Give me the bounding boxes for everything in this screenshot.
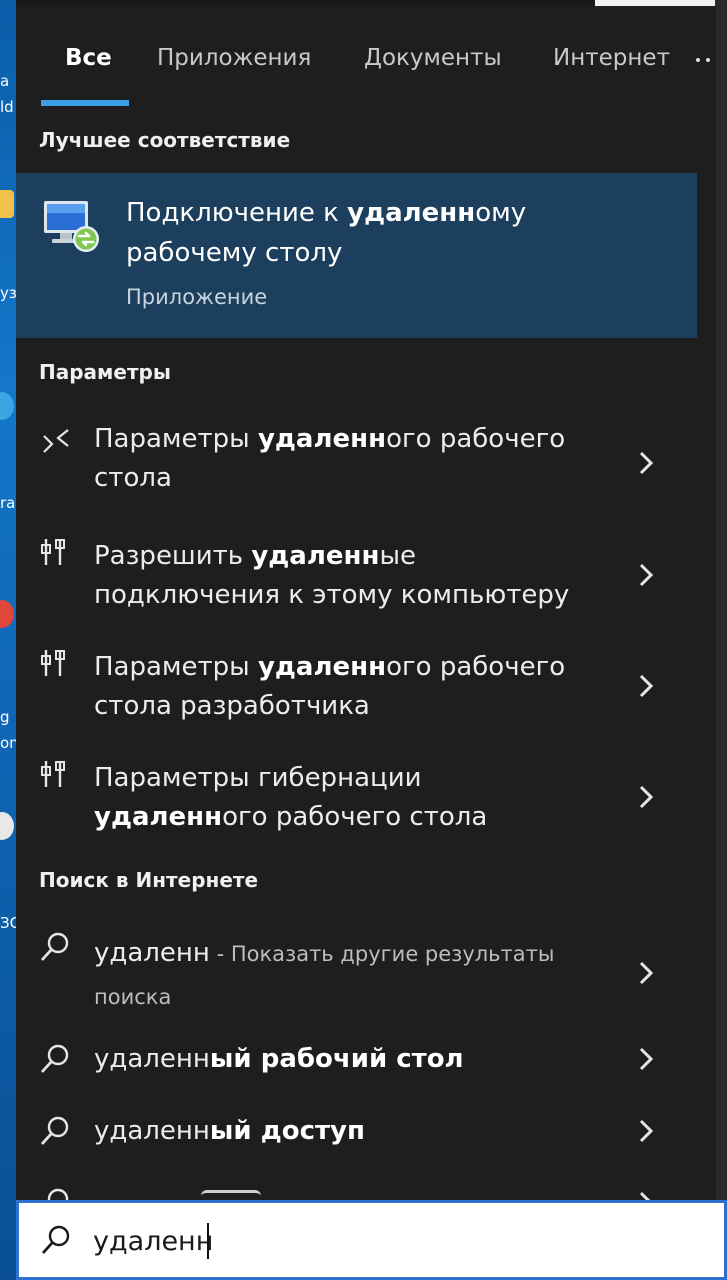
result-text: удаленн - Показать другие результаты поис… bbox=[94, 932, 604, 1018]
section-title-web: Поиск в Интернете bbox=[39, 868, 259, 892]
chevron-right-icon[interactable] bbox=[636, 1116, 656, 1146]
search-icon bbox=[40, 932, 69, 961]
chevron-right-icon[interactable] bbox=[636, 958, 656, 988]
text-line2: стола bbox=[94, 463, 172, 493]
search-icon bbox=[47, 1188, 69, 1200]
settings-result-allow-connections[interactable]: Разрешить удаленные подключения к этому к… bbox=[16, 527, 697, 627]
settings-sliders-icon bbox=[41, 539, 65, 565]
text-part: Параметры гибернации bbox=[94, 763, 422, 793]
desktop-label-fragment: уз bbox=[0, 284, 16, 302]
web-result-remote-access[interactable]: удаленный доступ bbox=[16, 1104, 697, 1164]
section-title-best-match: Лучшее соответствие bbox=[39, 128, 291, 152]
best-title-highlight: удаленн bbox=[347, 198, 476, 228]
text-caret bbox=[207, 1223, 209, 1259]
text-line2: подключения к этому компьютеру bbox=[94, 580, 570, 610]
best-match-type: Приложение bbox=[126, 285, 268, 309]
best-match-title: Подключение к удаленному рабочему столу bbox=[126, 193, 646, 273]
search-icon bbox=[41, 1225, 70, 1254]
best-match-result[interactable]: Подключение к удаленному рабочему столу П… bbox=[16, 173, 697, 338]
active-tab-indicator bbox=[41, 100, 129, 106]
search-tabs: Все Приложения Документы Интернет bbox=[16, 6, 716, 106]
text-part: Параметры bbox=[94, 652, 258, 682]
text-highlight: ый рабочий стол bbox=[209, 1044, 464, 1074]
settings-sliders-icon bbox=[41, 761, 65, 787]
tab-web[interactable]: Интернет bbox=[553, 42, 670, 74]
text-part: Параметры bbox=[94, 424, 258, 454]
text-part: удаленн bbox=[94, 1116, 210, 1146]
text-part: Разрешить bbox=[94, 541, 252, 571]
best-title-part: ому bbox=[475, 198, 527, 228]
text-highlight: удаленн bbox=[251, 541, 380, 571]
desktop-label-fragment: g bbox=[0, 708, 10, 726]
text-highlight: удаленн bbox=[257, 424, 387, 454]
desktop-label-fragment: ЗС bbox=[0, 914, 16, 932]
chevron-right-icon[interactable] bbox=[636, 448, 656, 478]
settings-result-remote-desktop[interactable]: Параметры удаленного рабочего стола bbox=[16, 416, 697, 516]
search-box[interactable]: удаленн bbox=[16, 1200, 727, 1280]
text-highlight: удаленн bbox=[257, 652, 387, 682]
desktop-label-fragment: ld bbox=[0, 98, 14, 116]
text-line2: стола разработчика bbox=[94, 691, 370, 721]
search-panel: Все Приложения Документы Интернет Лучшее… bbox=[16, 6, 716, 1200]
desktop-background: а ld уз ra g on ЗС bbox=[0, 0, 16, 1280]
desktop-folder-icon[interactable] bbox=[0, 190, 14, 218]
result-text: Параметры гибернации удаленного рабочего … bbox=[94, 759, 604, 837]
chevron-right-icon[interactable] bbox=[636, 782, 656, 812]
search-icon bbox=[40, 1116, 69, 1145]
text-part: ого рабочего bbox=[386, 652, 566, 682]
chevron-right-icon[interactable] bbox=[636, 671, 656, 701]
desktop-label-fragment: ra bbox=[0, 494, 16, 512]
tab-documents[interactable]: Документы bbox=[364, 42, 502, 74]
search-icon bbox=[40, 1044, 69, 1073]
background-window-edge bbox=[715, 0, 727, 1200]
section-title-settings: Параметры bbox=[39, 360, 171, 384]
web-result-remote-desktop[interactable]: удаленный рабочий стол bbox=[16, 1032, 697, 1092]
settings-result-developer[interactable]: Параметры удаленного рабочего стола разра… bbox=[16, 638, 697, 738]
text-suffix: - Показать другие результаты bbox=[209, 942, 555, 966]
desktop-app-icon[interactable] bbox=[0, 812, 14, 840]
text-highlight: ый доступ bbox=[209, 1116, 365, 1146]
desktop-label-fragment: on bbox=[0, 734, 16, 752]
result-text: Разрешить удаленные подключения к этому к… bbox=[94, 537, 604, 615]
desktop-chrome-icon[interactable] bbox=[0, 600, 14, 628]
web-result-partial[interactable] bbox=[16, 1182, 697, 1200]
partial-text bbox=[201, 1190, 261, 1200]
text-part: удаленн bbox=[94, 938, 210, 968]
more-options-button[interactable] bbox=[694, 42, 716, 78]
text-part: удаленн bbox=[94, 1044, 210, 1074]
chevron-right-icon[interactable] bbox=[636, 1188, 656, 1200]
result-text: Параметры удаленного рабочего стола разра… bbox=[94, 648, 604, 726]
best-title-line2: рабочему столу bbox=[126, 238, 343, 268]
chevron-right-icon[interactable] bbox=[636, 560, 656, 590]
text-part: ого рабочего bbox=[386, 424, 566, 454]
result-text: удаленный рабочий стол bbox=[94, 1040, 604, 1079]
best-title-part: Подключение к bbox=[126, 198, 348, 228]
text-part: ые bbox=[379, 541, 416, 571]
text-highlight: удаленн bbox=[94, 802, 223, 832]
tab-all[interactable]: Все bbox=[65, 42, 112, 74]
dot bbox=[696, 58, 700, 62]
dot bbox=[706, 58, 710, 62]
remote-display-icon bbox=[43, 429, 69, 453]
tab-apps[interactable]: Приложения bbox=[157, 42, 311, 74]
search-input[interactable]: удаленн bbox=[93, 1223, 213, 1261]
desktop-telegram-icon[interactable] bbox=[0, 392, 14, 420]
result-text: Параметры удаленного рабочего стола bbox=[94, 420, 604, 498]
desktop-label-fragment: а bbox=[0, 72, 10, 90]
settings-result-hibernation[interactable]: Параметры гибернации удаленного рабочего … bbox=[16, 749, 697, 849]
settings-sliders-icon bbox=[41, 650, 65, 676]
text-line2: поиска bbox=[94, 985, 172, 1009]
web-result-more[interactable]: удаленн - Показать другие результаты поис… bbox=[16, 922, 697, 1018]
remote-desktop-icon bbox=[44, 201, 99, 252]
chevron-right-icon[interactable] bbox=[636, 1044, 656, 1074]
result-text: удаленный доступ bbox=[94, 1112, 604, 1151]
text-line2: ого рабочего стола bbox=[222, 802, 488, 832]
